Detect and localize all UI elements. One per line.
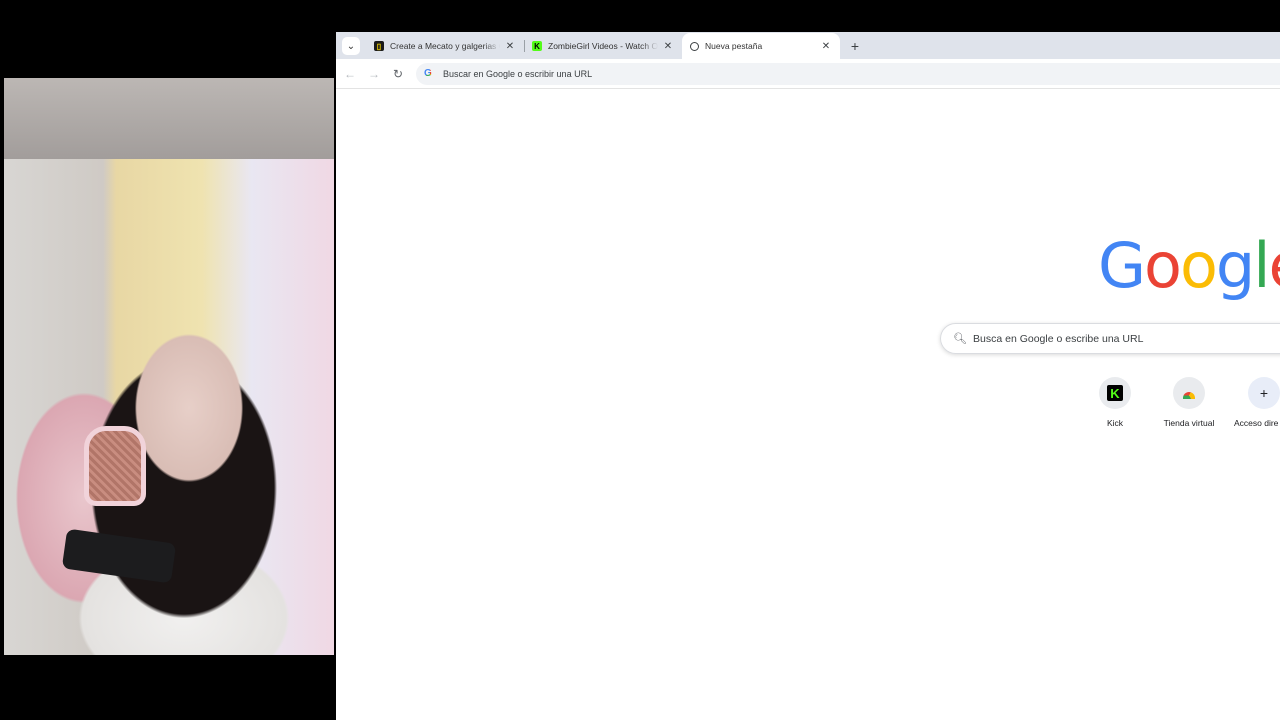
shortcut-label: Kick: [1106, 418, 1124, 428]
tab-title: ZombieGirl Videos - Watch Onl: [548, 41, 658, 51]
close-icon[interactable]: ✕: [820, 41, 832, 52]
close-icon[interactable]: ✕: [504, 41, 516, 52]
chrome-icon: [690, 41, 699, 51]
plus-icon: +: [850, 38, 860, 54]
logo-letter: G: [1098, 229, 1146, 302]
webstore-icon: [1173, 377, 1205, 409]
new-tab-button[interactable]: +: [844, 36, 866, 56]
tab-new-tab[interactable]: Nueva pestaña ✕: [682, 33, 840, 59]
browser-window: ⌄ ▯ Create a Mecato y galgerias Col ✕ K …: [336, 32, 1280, 720]
tab-search-button[interactable]: ⌄: [342, 37, 360, 55]
shortcut-label: Acceso dire: [1234, 418, 1279, 428]
kick-icon: K: [1099, 377, 1131, 409]
toolbar: ← → ↻ G Buscar en Google o escribir una …: [336, 59, 1280, 89]
webcam-overlay: [4, 78, 334, 655]
logo-letter: e: [1269, 229, 1280, 302]
plus-icon: +: [1248, 377, 1280, 409]
microphone-image: [84, 426, 146, 506]
new-tab-page: Google 🔍︎ Busca en Google o escribe una …: [336, 89, 1280, 720]
tab-title: Nueva pestaña: [705, 41, 763, 51]
shortcut-label: Tienda virtual: [1163, 418, 1215, 428]
tab-title: Create a Mecato y galgerias Col: [390, 41, 500, 51]
logo-letter: o: [1179, 229, 1218, 302]
back-button[interactable]: ←: [338, 62, 362, 86]
close-icon[interactable]: ✕: [662, 41, 674, 52]
tab-zombiegirl[interactable]: K ZombieGirl Videos - Watch Onl ✕: [524, 33, 682, 59]
google-g-icon: G: [424, 68, 436, 80]
shortcut-webstore[interactable]: Tienda virtual: [1159, 377, 1219, 428]
logo-letter: o: [1144, 229, 1182, 302]
phone-image: [61, 528, 177, 584]
logo-letter: l: [1253, 229, 1270, 302]
kick-icon: K: [532, 41, 542, 51]
logo-letter: g: [1215, 229, 1255, 302]
search-icon: 🔍︎: [953, 333, 967, 345]
shortcut-kick[interactable]: K Kick: [1085, 377, 1145, 428]
tab-strip: ⌄ ▯ Create a Mecato y galgerias Col ✕ K …: [336, 32, 1280, 59]
arrow-left-icon: ←: [344, 66, 356, 81]
address-bar-placeholder: Buscar en Google o escribir una URL: [443, 68, 593, 79]
forward-button[interactable]: →: [362, 62, 386, 86]
ntp-search-box[interactable]: 🔍︎ Busca en Google o escribe una URL: [940, 323, 1280, 354]
ntp-search-placeholder: Busca en Google o escribe una URL: [973, 332, 1144, 345]
arrow-right-icon: →: [368, 66, 380, 81]
tab-mecato[interactable]: ▯ Create a Mecato y galgerias Col ✕: [366, 33, 524, 59]
reload-button[interactable]: ↻: [386, 62, 410, 86]
address-bar[interactable]: G Buscar en Google o escribir una URL: [416, 62, 1280, 85]
chevron-down-icon: ⌄: [346, 40, 356, 52]
shortcut-add[interactable]: + Acceso dire: [1234, 377, 1280, 428]
buymeacoffee-icon: ▯: [374, 41, 384, 51]
reload-icon: ↻: [392, 66, 404, 81]
google-logo: Google: [1098, 229, 1280, 302]
